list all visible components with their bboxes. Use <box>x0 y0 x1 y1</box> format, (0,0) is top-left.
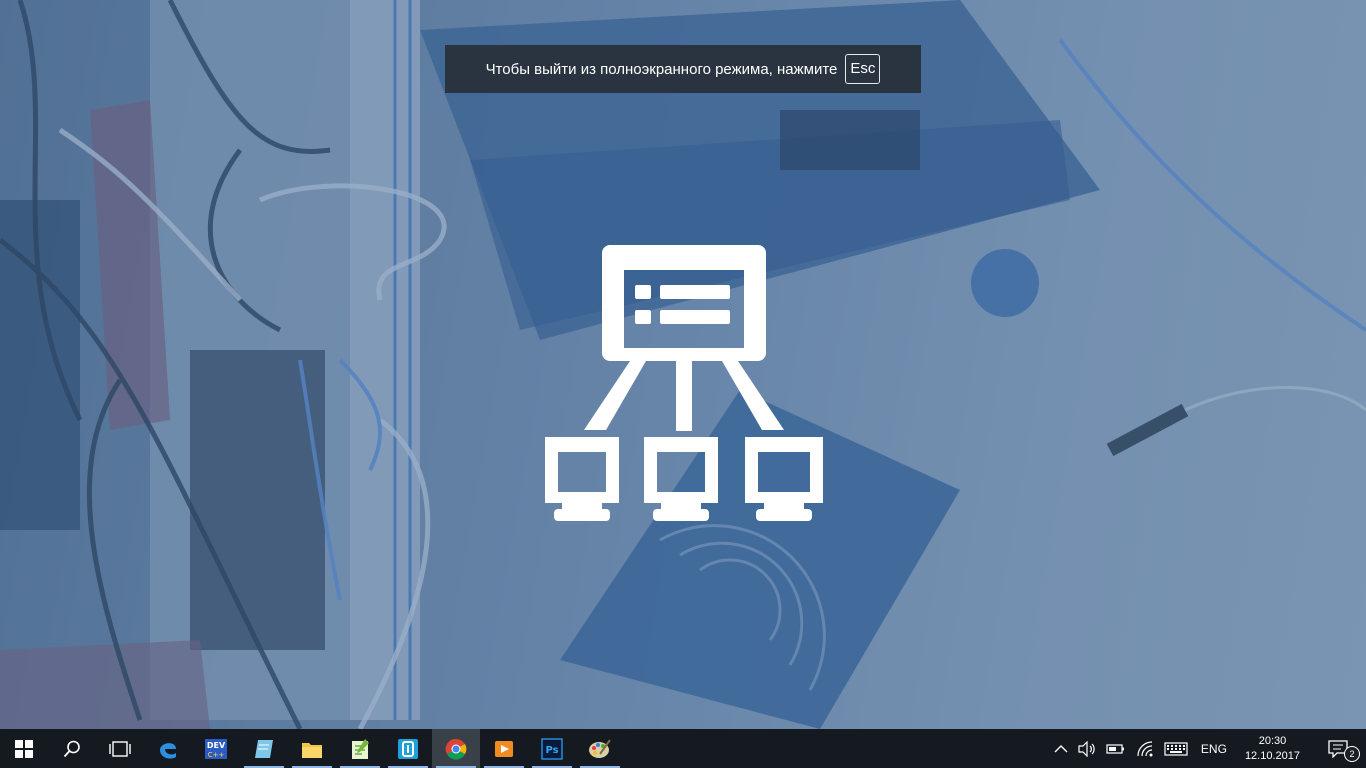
svg-text:DEV: DEV <box>207 741 226 750</box>
battery-icon <box>1106 743 1124 754</box>
start-button[interactable] <box>0 729 48 768</box>
input-language-button[interactable]: ENG <box>1193 729 1235 768</box>
show-hidden-icons-button[interactable] <box>1049 729 1073 768</box>
system-tray: ENG 20:30 12.10.2017 2 <box>1049 729 1366 768</box>
clock-time: 20:30 <box>1258 734 1287 747</box>
paint-icon <box>589 738 611 758</box>
toast-message: Чтобы выйти из полноэкранного режима, на… <box>485 60 838 78</box>
wifi-icon <box>1137 740 1153 756</box>
network-server-icon <box>540 240 830 530</box>
svg-text:Ps: Ps <box>545 745 558 756</box>
media-player-icon <box>495 740 513 757</box>
edge-icon <box>160 742 176 759</box>
search-icon <box>63 740 80 757</box>
arduino-icon <box>398 738 418 759</box>
photoshop-app[interactable]: Ps <box>528 729 576 768</box>
file-explorer-app[interactable] <box>288 729 336 768</box>
folder-icon <box>302 742 322 758</box>
notepad-app[interactable] <box>240 729 288 768</box>
notepadpp-icon <box>352 738 369 759</box>
search-button[interactable] <box>48 729 96 768</box>
task-view-button[interactable] <box>96 729 144 768</box>
notepadpp-app[interactable] <box>336 729 384 768</box>
svg-text:C++: C++ <box>208 751 225 759</box>
keyboard-icon <box>1164 741 1188 756</box>
taskbar: DEV C++ Ps ENG 20:30 12.10.2017 2 <box>0 729 1366 768</box>
chevron-up-icon <box>1054 744 1068 752</box>
esc-key-badge: Esc <box>845 54 881 84</box>
paint-app[interactable] <box>576 729 624 768</box>
touch-keyboard-button[interactable] <box>1159 729 1193 768</box>
notepad-icon <box>255 739 273 758</box>
action-center-button[interactable]: 2 <box>1310 729 1366 768</box>
battery-button[interactable] <box>1101 729 1131 768</box>
photoshop-icon: Ps <box>541 737 563 760</box>
windows-logo-icon <box>15 739 33 758</box>
devcpp-icon: DEVC++ <box>205 738 227 759</box>
speaker-icon <box>1078 740 1095 757</box>
media-player-app[interactable] <box>480 729 528 768</box>
arduino-app[interactable] <box>384 729 432 768</box>
fullscreen-exit-toast: Чтобы выйти из полноэкранного режима, на… <box>445 45 921 93</box>
network-button[interactable] <box>1131 729 1159 768</box>
edge-app[interactable] <box>144 729 192 768</box>
task-view-icon <box>109 740 131 757</box>
chrome-icon <box>445 738 467 760</box>
volume-button[interactable] <box>1073 729 1101 768</box>
devcpp-app[interactable]: DEV C++ <box>192 729 240 768</box>
clock-date: 12.10.2017 <box>1244 749 1300 762</box>
notification-count-badge: 2 <box>1344 746 1360 762</box>
clock-button[interactable]: 20:30 12.10.2017 <box>1235 729 1310 768</box>
chrome-app[interactable] <box>432 729 480 768</box>
